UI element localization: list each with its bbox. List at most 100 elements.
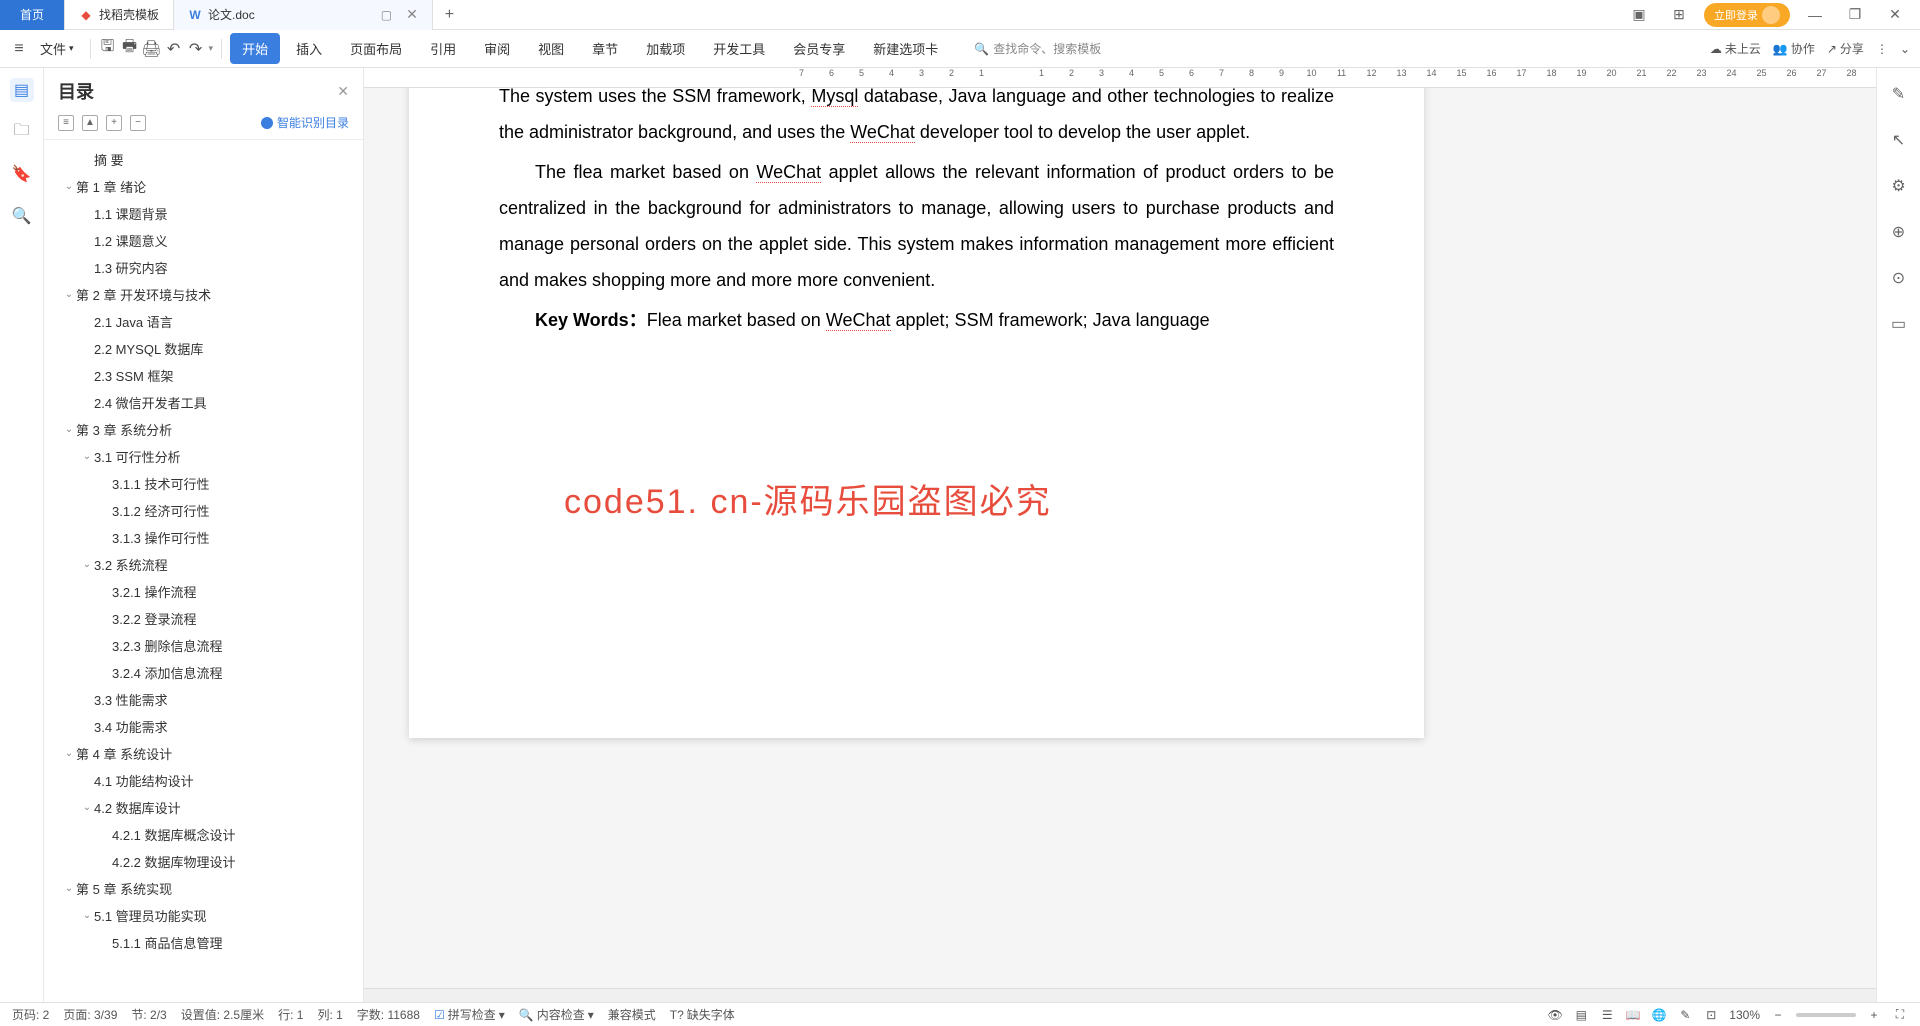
zoom-slider[interactable] bbox=[1796, 1013, 1856, 1017]
layout-icon[interactable]: ▣ bbox=[1624, 0, 1654, 30]
outline-item[interactable]: ⌄第 5 章 系统实现 bbox=[44, 875, 363, 902]
outline-item[interactable]: ⌄第 3 章 系统分析 bbox=[44, 416, 363, 443]
outline-close-icon[interactable]: ✕ bbox=[337, 83, 349, 100]
outline-item[interactable]: 2.3 SSM 框架 bbox=[44, 362, 363, 389]
window-maximize[interactable]: ❐ bbox=[1840, 0, 1870, 30]
ribbon-review[interactable]: 审阅 bbox=[472, 33, 522, 64]
ribbon-member[interactable]: 会员专享 bbox=[781, 33, 857, 64]
cursor-rail-icon[interactable]: ↖ bbox=[1887, 128, 1911, 152]
window-close[interactable]: ✕ bbox=[1880, 0, 1910, 30]
command-search[interactable]: 🔍 查找命令、搜索模板 bbox=[974, 40, 1101, 57]
pen-rail-icon[interactable]: ✎ bbox=[1887, 82, 1911, 106]
status-row[interactable]: 行: 1 bbox=[278, 1006, 303, 1023]
outline-item[interactable]: 摘 要 bbox=[44, 146, 363, 173]
tab-close-icon[interactable]: ✕ bbox=[406, 6, 418, 23]
outline-item[interactable]: 3.3 性能需求 bbox=[44, 686, 363, 713]
zoom-level[interactable]: 130% bbox=[1729, 1008, 1760, 1022]
outline-item[interactable]: 3.1.1 技术可行性 bbox=[44, 470, 363, 497]
save-icon[interactable]: 🖫 bbox=[99, 40, 117, 58]
outline-item[interactable]: 2.4 微信开发者工具 bbox=[44, 389, 363, 416]
outline-rail-icon[interactable]: ▤ bbox=[10, 78, 34, 102]
outline-item[interactable]: 3.2.2 登录流程 bbox=[44, 605, 363, 632]
print-preview-icon[interactable]: 🖶 bbox=[121, 40, 139, 58]
outline-item[interactable]: 2.2 MYSQL 数据库 bbox=[44, 335, 363, 362]
outline-item[interactable]: 1.2 课题意义 bbox=[44, 227, 363, 254]
status-pagecode[interactable]: 页码: 2 bbox=[12, 1006, 49, 1023]
chevron-down-icon[interactable]: ⌄ bbox=[62, 181, 76, 192]
ribbon-insert[interactable]: 插入 bbox=[284, 33, 334, 64]
status-setval[interactable]: 设置值: 2.5厘米 bbox=[181, 1006, 264, 1023]
outline-item[interactable]: 2.1 Java 语言 bbox=[44, 308, 363, 335]
outline-item[interactable]: 3.4 功能需求 bbox=[44, 713, 363, 740]
outline-item[interactable]: ⌄4.2 数据库设计 bbox=[44, 794, 363, 821]
view-outline-icon[interactable]: ☰ bbox=[1599, 1007, 1615, 1023]
ribbon-layout[interactable]: 页面布局 bbox=[338, 33, 414, 64]
ribbon-reference[interactable]: 引用 bbox=[418, 33, 468, 64]
status-contentcheck[interactable]: 🔍内容检查 ▾ bbox=[519, 1006, 594, 1023]
status-words[interactable]: 字数: 11688 bbox=[357, 1006, 420, 1023]
status-compat[interactable]: 兼容模式 bbox=[608, 1006, 656, 1023]
outline-item[interactable]: ⌄3.1 可行性分析 bbox=[44, 443, 363, 470]
outline-item[interactable]: ⌄5.1 管理员功能实现 bbox=[44, 902, 363, 929]
file-menu[interactable]: 文件 ▾ bbox=[32, 35, 82, 62]
search-rail-icon[interactable]: 🔍 bbox=[10, 204, 34, 228]
redo-icon[interactable]: ↷ bbox=[187, 40, 205, 58]
edit-icon[interactable]: ✎ bbox=[1677, 1007, 1693, 1023]
horizontal-scrollbar[interactable] bbox=[364, 988, 1876, 1002]
ribbon-devtools[interactable]: 开发工具 bbox=[701, 33, 777, 64]
status-spellcheck[interactable]: ☑拼写检查 ▾ bbox=[434, 1006, 505, 1023]
outline-item[interactable]: 3.1.2 经济可行性 bbox=[44, 497, 363, 524]
chevron-down-icon[interactable]: ⌄ bbox=[62, 289, 76, 300]
outline-item[interactable]: 3.1.3 操作可行性 bbox=[44, 524, 363, 551]
outline-tool-2[interactable]: ▲ bbox=[82, 115, 98, 131]
shield-rail-icon[interactable]: ⊙ bbox=[1887, 266, 1911, 290]
outline-item[interactable]: 4.2.1 数据库概念设计 bbox=[44, 821, 363, 848]
document-scroll[interactable]: The system uses the SSM framework, Mysql… bbox=[364, 88, 1876, 988]
chevron-down-icon[interactable]: ⌄ bbox=[62, 424, 76, 435]
document-page[interactable]: The system uses the SSM framework, Mysql… bbox=[409, 88, 1424, 738]
outline-item[interactable]: 1.3 研究内容 bbox=[44, 254, 363, 281]
chevron-down-icon[interactable]: ⌄ bbox=[80, 910, 94, 921]
login-button[interactable]: 立即登录 bbox=[1704, 3, 1790, 27]
outline-item[interactable]: 4.2.2 数据库物理设计 bbox=[44, 848, 363, 875]
outline-item[interactable]: ⌄第 4 章 系统设计 bbox=[44, 740, 363, 767]
undo-icon[interactable]: ↶ bbox=[165, 40, 183, 58]
status-page[interactable]: 页面: 3/39 bbox=[63, 1006, 117, 1023]
tab-home[interactable]: 首页 bbox=[0, 0, 65, 30]
tab-document[interactable]: W 论文.doc ▢ ✕ bbox=[174, 0, 433, 30]
settings-rail-icon[interactable]: ⚙ bbox=[1887, 174, 1911, 198]
tab-template[interactable]: ◆ 找稻壳模板 bbox=[65, 0, 174, 30]
outline-tool-4[interactable]: − bbox=[130, 115, 146, 131]
collab-button[interactable]: 👥协作 bbox=[1773, 40, 1815, 57]
more-icon[interactable]: ⋮ bbox=[1876, 42, 1888, 56]
outline-item[interactable]: 4.1 功能结构设计 bbox=[44, 767, 363, 794]
status-section[interactable]: 节: 2/3 bbox=[131, 1006, 166, 1023]
print-icon[interactable]: 🖨 bbox=[143, 40, 161, 58]
chevron-down-icon[interactable]: ⌄ bbox=[80, 559, 94, 570]
outline-item[interactable]: 3.2.1 操作流程 bbox=[44, 578, 363, 605]
undo-dropdown[interactable]: ▾ bbox=[209, 43, 214, 54]
outline-item[interactable]: 3.2.3 删除信息流程 bbox=[44, 632, 363, 659]
grid-icon[interactable]: ⊞ bbox=[1664, 0, 1694, 30]
assist-rail-icon[interactable]: ⊕ bbox=[1887, 220, 1911, 244]
zoom-out-icon[interactable]: − bbox=[1770, 1007, 1786, 1023]
outline-tool-1[interactable]: ≡ bbox=[58, 115, 74, 131]
tab-minimize-icon[interactable]: ▢ bbox=[381, 8, 392, 22]
outline-tool-3[interactable]: + bbox=[106, 115, 122, 131]
view-web-icon[interactable]: 🌐 bbox=[1651, 1007, 1667, 1023]
status-font[interactable]: T?缺失字体 bbox=[670, 1006, 735, 1023]
folder-rail-icon[interactable]: 🗀 bbox=[10, 120, 34, 144]
chevron-down-icon[interactable]: ⌄ bbox=[62, 748, 76, 759]
chevron-down-icon[interactable]: ⌄ bbox=[80, 451, 94, 462]
ribbon-start[interactable]: 开始 bbox=[230, 33, 280, 64]
outline-item[interactable]: 3.2.4 添加信息流程 bbox=[44, 659, 363, 686]
share-button[interactable]: ↗分享 bbox=[1827, 40, 1864, 57]
chevron-down-icon[interactable]: ⌄ bbox=[62, 883, 76, 894]
outline-list[interactable]: 摘 要⌄第 1 章 绪论1.1 课题背景1.2 课题意义1.3 研究内容⌄第 2… bbox=[44, 140, 363, 1002]
outline-item[interactable]: ⌄第 2 章 开发环境与技术 bbox=[44, 281, 363, 308]
menu-icon[interactable]: ≡ bbox=[10, 40, 28, 58]
status-col[interactable]: 列: 1 bbox=[317, 1006, 342, 1023]
bookmark-rail-icon[interactable]: 🔖 bbox=[10, 162, 34, 186]
ribbon-view[interactable]: 视图 bbox=[526, 33, 576, 64]
zoom-in-icon[interactable]: + bbox=[1866, 1007, 1882, 1023]
